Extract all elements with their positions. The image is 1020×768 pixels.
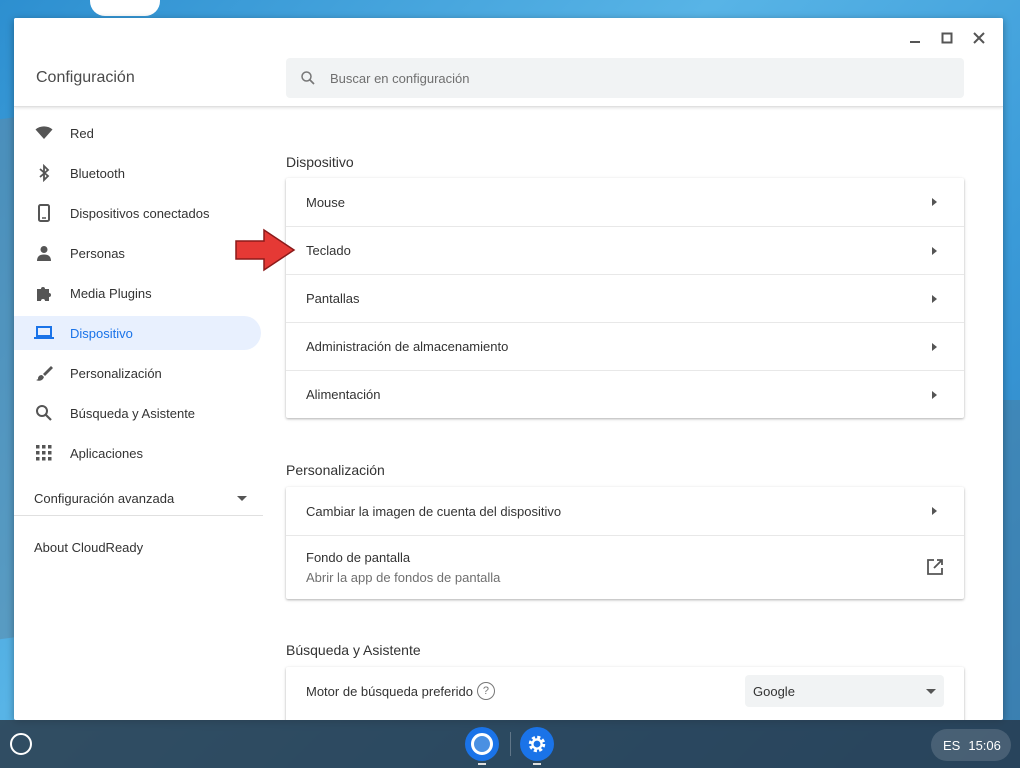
chevron-down-icon	[237, 496, 247, 501]
sidebar-item-personalization[interactable]: Personalización	[14, 356, 261, 390]
running-indicator	[478, 763, 486, 765]
apps-grid-icon	[34, 443, 54, 463]
help-icon[interactable]: ?	[476, 682, 495, 700]
sidebar-item-device[interactable]: Dispositivo	[14, 316, 261, 350]
sidebar-item-label: Búsqueda y Asistente	[70, 405, 196, 421]
row-sublabel: Abrir la app de fondos de pantalla	[306, 570, 501, 585]
row-label: Pantallas	[306, 291, 360, 306]
row-keyboard[interactable]: Teclado	[286, 226, 964, 274]
arrow-right-icon	[932, 391, 937, 399]
search-input[interactable]	[330, 70, 930, 86]
sidebar-item-people[interactable]: Personas	[14, 236, 261, 270]
sidebar-item-apps[interactable]: Aplicaciones	[14, 436, 261, 470]
phone-icon	[34, 203, 54, 223]
section-title-personalization: Personalización	[286, 462, 385, 478]
row-displays[interactable]: Pantallas	[286, 274, 964, 322]
ime-indicator: ES	[943, 737, 961, 753]
shelf: ES 15:06	[0, 720, 1020, 768]
sidebar-item-label: Personalización	[70, 365, 162, 381]
sidebar-item-connected-devices[interactable]: Dispositivos conectados	[14, 196, 261, 230]
about-link[interactable]: About CloudReady	[14, 530, 276, 564]
section-title-search: Búsqueda y Asistente	[286, 642, 421, 658]
row-label: Administración de almacenamiento	[306, 339, 509, 354]
section-title-device: Dispositivo	[286, 154, 354, 170]
row-mouse[interactable]: Mouse	[286, 178, 964, 226]
sidebar-item-bluetooth[interactable]: Bluetooth	[14, 156, 261, 190]
clock: 15:06	[968, 737, 1001, 753]
app-title: Configuración	[36, 69, 135, 86]
puzzle-icon	[34, 283, 54, 303]
arrow-right-icon	[932, 343, 937, 351]
brush-icon	[34, 363, 54, 383]
row-search-engine: Motor de búsqueda preferido ? Google	[286, 667, 964, 715]
sidebar-item-media-plugins[interactable]: Media Plugins	[14, 276, 261, 310]
search-icon	[34, 403, 54, 423]
settings-app-icon[interactable]	[520, 727, 554, 761]
browser-app-icon[interactable]	[465, 727, 499, 761]
sidebar-item-label: Personas	[70, 245, 125, 261]
close-button[interactable]	[963, 26, 995, 50]
search-engine-select[interactable]: Google	[745, 675, 944, 707]
sidebar-item-label: Dispositivo	[70, 325, 133, 341]
open-external-icon	[927, 559, 943, 575]
settings-window: Configuración Red	[14, 18, 1003, 720]
chevron-down-icon	[926, 689, 936, 694]
bluetooth-icon	[34, 163, 54, 183]
arrow-right-icon	[932, 198, 937, 206]
minimize-icon	[910, 41, 920, 43]
wallpaper-cloud	[90, 0, 160, 16]
sidebar-item-red[interactable]: Red	[14, 116, 261, 150]
laptop-icon	[34, 323, 54, 343]
close-icon	[973, 32, 985, 44]
row-label: Mouse	[306, 194, 346, 210]
row-power[interactable]: Alimentación	[286, 370, 964, 418]
advanced-settings-toggle[interactable]: Configuración avanzada	[14, 482, 263, 516]
annotation-arrow-icon	[235, 228, 296, 272]
sidebar-item-label: Red	[70, 125, 94, 141]
row-storage-management[interactable]: Administración de almacenamiento	[286, 322, 964, 370]
device-card: Mouse Teclado Pantallas Administración d…	[286, 178, 964, 418]
minimize-button[interactable]	[899, 26, 931, 50]
launcher-button[interactable]	[10, 733, 32, 755]
row-change-account-image[interactable]: Cambiar la imagen de cuenta del disposit…	[286, 487, 964, 535]
sidebar-item-search-assistant[interactable]: Búsqueda y Asistente	[14, 396, 261, 430]
status-tray[interactable]: ES 15:06	[931, 729, 1011, 761]
advanced-settings-label: Configuración avanzada	[34, 491, 175, 506]
main-content: Dispositivo Mouse Teclado Pantallas Admi…	[286, 107, 966, 720]
shelf-divider	[510, 732, 511, 756]
window-controls	[899, 26, 995, 50]
sidebar-item-label: Aplicaciones	[70, 445, 143, 461]
row-label: Fondo de pantalla	[306, 550, 411, 565]
row-label: Motor de búsqueda preferido	[306, 683, 473, 699]
row-wallpaper[interactable]: Fondo de pantalla Abrir la app de fondos…	[286, 535, 964, 599]
maximize-button[interactable]	[931, 26, 963, 50]
row-label: Teclado	[306, 243, 351, 258]
running-indicator	[533, 763, 541, 765]
settings-search[interactable]	[286, 58, 964, 98]
personalization-card: Cambiar la imagen de cuenta del disposit…	[286, 487, 964, 599]
search-card: Motor de búsqueda preferido ? Google	[286, 667, 964, 720]
select-value: Google	[753, 683, 795, 699]
sidebar-item-label: Bluetooth	[70, 165, 125, 181]
sidebar-item-label: Media Plugins	[70, 285, 152, 301]
wifi-icon	[34, 123, 54, 143]
sidebar: Red Bluetooth Dispositivos conectados Pe…	[14, 107, 276, 720]
title-bar: Configuración	[14, 18, 1003, 107]
gear-icon	[528, 735, 546, 753]
row-label: Cambiar la imagen de cuenta del disposit…	[306, 503, 562, 519]
row-label: Alimentación	[306, 387, 381, 402]
arrow-right-icon	[932, 507, 937, 515]
search-icon	[301, 71, 315, 85]
sidebar-item-label: Dispositivos conectados	[70, 205, 210, 221]
arrow-right-icon	[932, 295, 937, 303]
person-icon	[34, 243, 54, 263]
maximize-icon	[941, 32, 953, 44]
arrow-right-icon	[932, 247, 937, 255]
